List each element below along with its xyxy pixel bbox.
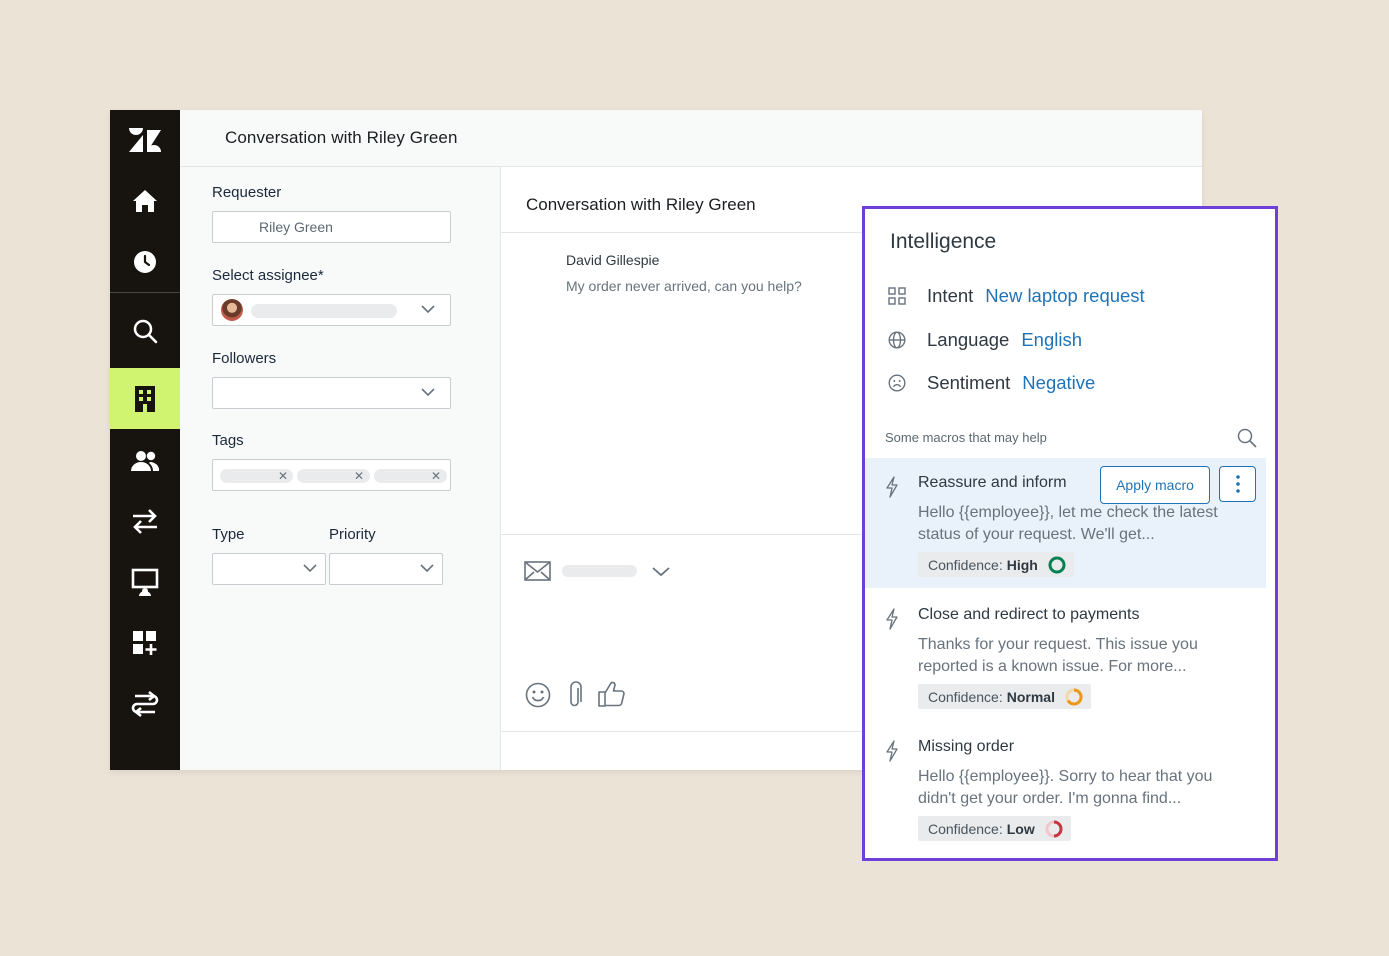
more-options-button[interactable] — [1219, 466, 1256, 502]
sentiment-label: Sentiment — [927, 372, 1011, 393]
channel-placeholder — [562, 565, 637, 577]
confidence-label: Confidence: — [928, 688, 1003, 705]
monitor-icon[interactable] — [110, 551, 180, 612]
intent-label: Intent — [927, 285, 974, 306]
type-label: Type — [212, 526, 245, 543]
requester-value: Riley Green — [259, 219, 333, 235]
priority-select[interactable] — [329, 553, 443, 585]
sentiment-value[interactable]: Negative — [1022, 372, 1095, 394]
tag-chip[interactable]: ✕ — [220, 469, 293, 483]
assignee-label: Select assignee* — [212, 267, 324, 284]
grid-icon — [887, 286, 907, 306]
chevron-down-icon — [420, 564, 434, 573]
building-icon[interactable] — [110, 368, 180, 429]
tags-label: Tags — [212, 432, 244, 449]
macro-suggestion[interactable]: Missing order Hello {{employee}}. Sorry … — [865, 722, 1266, 852]
sentiment-row: Sentiment Negative — [887, 370, 1095, 396]
intent-row: Intent New laptop request — [887, 283, 1145, 309]
macro-suggestion[interactable]: Close and redirect to payments Thanks fo… — [865, 590, 1266, 720]
ticket-properties-panel: Requester Riley Green Select assignee* F… — [180, 167, 501, 770]
users-icon[interactable] — [110, 430, 180, 491]
emoji-icon[interactable] — [525, 682, 551, 708]
confidence-badge: Confidence: Low — [918, 816, 1071, 841]
followers-label: Followers — [212, 350, 277, 367]
intelligence-title: Intelligence — [890, 230, 997, 253]
macro-preview: Hello {{employee}}. Sorry to hear that y… — [918, 768, 1213, 807]
chevron-down-icon — [421, 305, 435, 314]
language-value[interactable]: English — [1021, 329, 1082, 351]
lightning-icon — [886, 608, 898, 630]
lightning-icon — [886, 740, 898, 762]
macro-title: Missing order — [918, 738, 1015, 755]
home-icon[interactable] — [110, 170, 180, 231]
sidebar — [110, 110, 180, 770]
search-icon[interactable] — [1237, 428, 1257, 448]
assignee-select[interactable] — [212, 294, 451, 326]
confidence-ring-icon — [1048, 556, 1066, 573]
message-text: My order never arrived, can you help? — [566, 278, 802, 294]
language-label: Language — [927, 329, 1010, 350]
priority-label: Priority — [329, 526, 376, 543]
conversation-title: Conversation with Riley Green — [526, 195, 756, 214]
requester-label: Requester — [212, 184, 282, 201]
macro-preview: Hello {{employee}}, let me check the lat… — [918, 504, 1218, 543]
message-author: David Gillespie — [566, 252, 660, 268]
tag-chip[interactable]: ✕ — [297, 469, 370, 483]
close-icon[interactable]: ✕ — [278, 469, 288, 483]
envelope-icon[interactable] — [524, 561, 551, 581]
assignee-placeholder — [251, 304, 397, 318]
page-title: Conversation with Riley Green — [225, 128, 458, 147]
clock-icon[interactable] — [110, 231, 180, 292]
tag-chip[interactable]: ✕ — [374, 469, 447, 483]
chevron-down-icon — [421, 388, 435, 397]
followers-select[interactable] — [212, 377, 451, 409]
kebab-menu-icon — [1235, 475, 1240, 493]
confidence-label: Confidence: — [928, 556, 1003, 573]
macro-suggestion[interactable]: Reassure and inform Apply macro Hello {{… — [865, 458, 1266, 588]
apply-macro-button[interactable]: Apply macro — [1100, 466, 1210, 504]
confidence-value: Low — [1006, 820, 1035, 837]
lightning-icon — [886, 476, 898, 498]
tags-field[interactable]: ✕ ✕ ✕ — [212, 459, 451, 491]
language-row: Language English — [887, 327, 1082, 353]
intent-value[interactable]: New laptop request — [985, 285, 1144, 307]
confidence-value: Normal — [1006, 688, 1055, 705]
confidence-label: Confidence: — [928, 820, 1003, 837]
chevron-down-icon — [303, 564, 317, 573]
top-bar: Conversation with Riley Green — [180, 110, 1202, 167]
macro-title: Reassure and inform — [918, 474, 1067, 491]
confidence-value: High — [1006, 556, 1038, 573]
confidence-badge: Confidence: Normal — [918, 684, 1091, 709]
macro-preview: Thanks for your request. This issue you … — [918, 636, 1198, 675]
type-select[interactable] — [212, 553, 326, 585]
chevron-down-icon[interactable] — [652, 566, 670, 577]
confidence-ring-icon — [1065, 687, 1083, 705]
frown-icon — [887, 373, 907, 393]
search-icon[interactable] — [110, 300, 180, 361]
thumbs-up-icon[interactable] — [598, 681, 626, 707]
close-icon[interactable]: ✕ — [431, 469, 441, 483]
nav-divider — [110, 292, 180, 293]
globe-icon — [887, 330, 907, 350]
confidence-badge: Confidence: High — [918, 552, 1074, 577]
zendesk-logo-icon[interactable] — [110, 110, 180, 171]
close-icon[interactable]: ✕ — [354, 469, 364, 483]
confidence-ring-icon — [1045, 820, 1063, 837]
macro-title: Close and redirect to payments — [918, 606, 1140, 623]
apps-add-icon[interactable] — [110, 612, 180, 673]
intelligence-panel: Intelligence Intent New laptop request L… — [862, 206, 1278, 861]
macros-hint: Some macros that may help — [885, 430, 1047, 445]
arrows-swap-icon[interactable] — [110, 490, 180, 551]
requester-field[interactable]: Riley Green — [212, 211, 451, 243]
routing-icon[interactable] — [110, 673, 180, 734]
avatar — [221, 299, 243, 321]
paperclip-icon[interactable] — [567, 681, 583, 709]
